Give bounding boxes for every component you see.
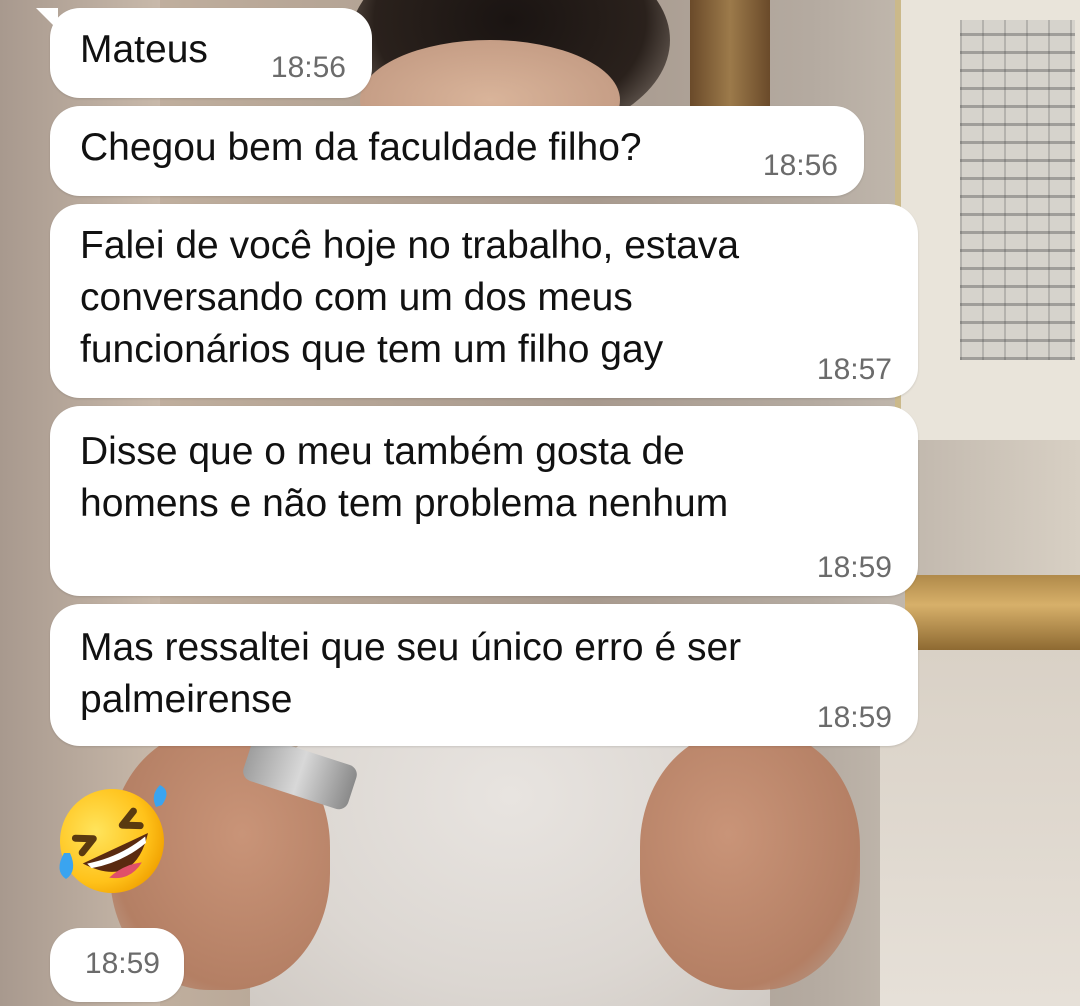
bubble-tail <box>36 8 58 30</box>
message-timestamp: 18:59 <box>84 947 160 980</box>
message-timestamp: 18:59 <box>816 701 892 734</box>
message-bubble[interactable]: 18:59 <box>50 928 184 1002</box>
message-timestamp: 18:59 <box>816 551 892 584</box>
message-text: Mas ressaltei que seu único erro é ser p… <box>80 626 742 721</box>
message-timestamp: 18:56 <box>762 149 838 182</box>
message-bubble[interactable]: Disse que o meu também gosta de homens e… <box>50 406 918 596</box>
message-bubble[interactable]: Mas ressaltei que seu único erro é ser p… <box>50 604 918 746</box>
rolling-on-the-floor-laughing-emoji-icon[interactable] <box>50 783 176 895</box>
wallpaper-picture-art <box>960 20 1075 360</box>
message-text: Chegou bem da faculdade filho? <box>80 126 642 169</box>
wallpaper-person-arm-right <box>640 730 860 990</box>
message-bubble[interactable]: Mateus 18:56 <box>36 8 372 98</box>
message-text: Mateus <box>80 28 208 71</box>
message-bubble[interactable]: Chegou bem da faculdade filho? 18:56 <box>50 106 864 196</box>
message-text: Disse que o meu também gosta de homens e… <box>80 430 729 525</box>
message-timestamp: 18:56 <box>270 51 346 84</box>
message-bubble[interactable]: Falei de você hoje no trabalho, estava c… <box>50 204 918 398</box>
message-timestamp: 18:57 <box>816 353 892 386</box>
message-text: Falei de você hoje no trabalho, estava c… <box>80 224 740 371</box>
wallpaper-door-frame <box>690 0 770 120</box>
wallpaper-gold-frame <box>905 575 1080 650</box>
